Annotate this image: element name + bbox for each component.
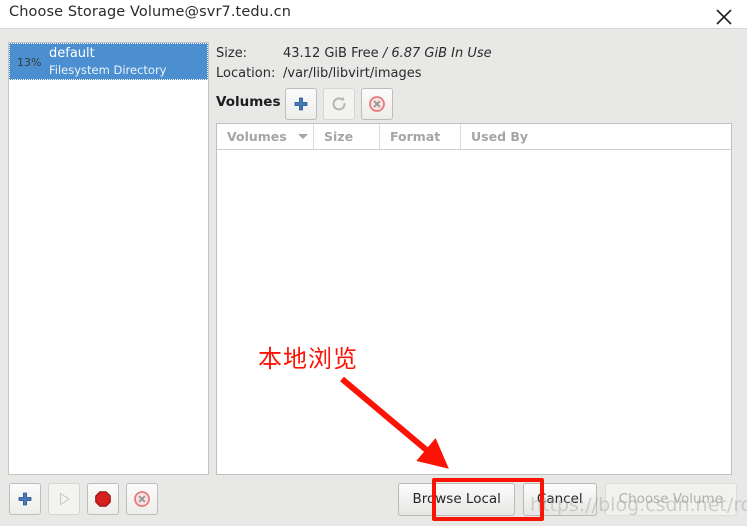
volumes-section-label: Volumes: [216, 94, 281, 110]
start-pool-button: [48, 483, 80, 515]
page-title: Choose Storage Volume@svr7.tedu.cn: [9, 4, 292, 20]
title-bar: Choose Storage Volume@svr7.tedu.cn: [0, 0, 747, 29]
volumes-table-header: Volumes Size Format Used By: [217, 124, 731, 150]
cancel-button[interactable]: Cancel: [522, 483, 597, 516]
close-button[interactable]: [701, 0, 747, 29]
volumes-table-body[interactable]: [217, 150, 731, 474]
column-header-format[interactable]: Format: [380, 124, 461, 149]
list-item[interactable]: 13% default Filesystem Directory: [9, 43, 208, 80]
add-pool-button[interactable]: [9, 483, 41, 515]
storage-pool-list[interactable]: 13% default Filesystem Directory: [8, 42, 209, 475]
size-separator: /: [382, 46, 388, 61]
size-free-value: 43.12 GiB Free: [283, 46, 379, 61]
choose-volume-button: Choose Volume: [604, 483, 737, 516]
dialog-action-buttons: Browse Local Cancel Choose Volume: [398, 483, 737, 516]
column-header-volumes[interactable]: Volumes: [217, 124, 314, 149]
volumes-toolbar: [285, 88, 393, 120]
delete-pool-button[interactable]: [126, 483, 158, 515]
refresh-volume-button: [323, 88, 355, 120]
location-value: /var/lib/libvirt/images: [283, 66, 422, 81]
pool-usage-percent: 13%: [17, 56, 42, 69]
annotation-callout-text: 本地浏览: [258, 345, 358, 373]
pool-name: default: [49, 46, 95, 61]
delete-volume-button[interactable]: [361, 88, 393, 120]
pool-type: Filesystem Directory: [49, 63, 167, 77]
add-volume-button[interactable]: [285, 88, 317, 120]
chevron-down-icon: [298, 134, 309, 139]
column-header-size[interactable]: Size: [314, 124, 380, 149]
column-header-volumes-label: Volumes: [227, 129, 287, 144]
pool-toolbar: [9, 483, 158, 515]
size-label: Size:: [216, 46, 248, 61]
column-header-used-by[interactable]: Used By: [461, 124, 731, 149]
browse-local-button[interactable]: Browse Local: [398, 483, 515, 516]
location-label: Location:: [216, 66, 276, 81]
size-inuse-value: 6.87 GiB In Use: [391, 46, 492, 61]
choose-storage-volume-dialog: Choose Storage Volume@svr7.tedu.cn 13% d…: [0, 0, 747, 526]
size-value: 43.12 GiB Free / 6.87 GiB In Use: [283, 46, 492, 61]
volumes-table: Volumes Size Format Used By: [216, 123, 732, 475]
stop-pool-button[interactable]: [87, 483, 119, 515]
